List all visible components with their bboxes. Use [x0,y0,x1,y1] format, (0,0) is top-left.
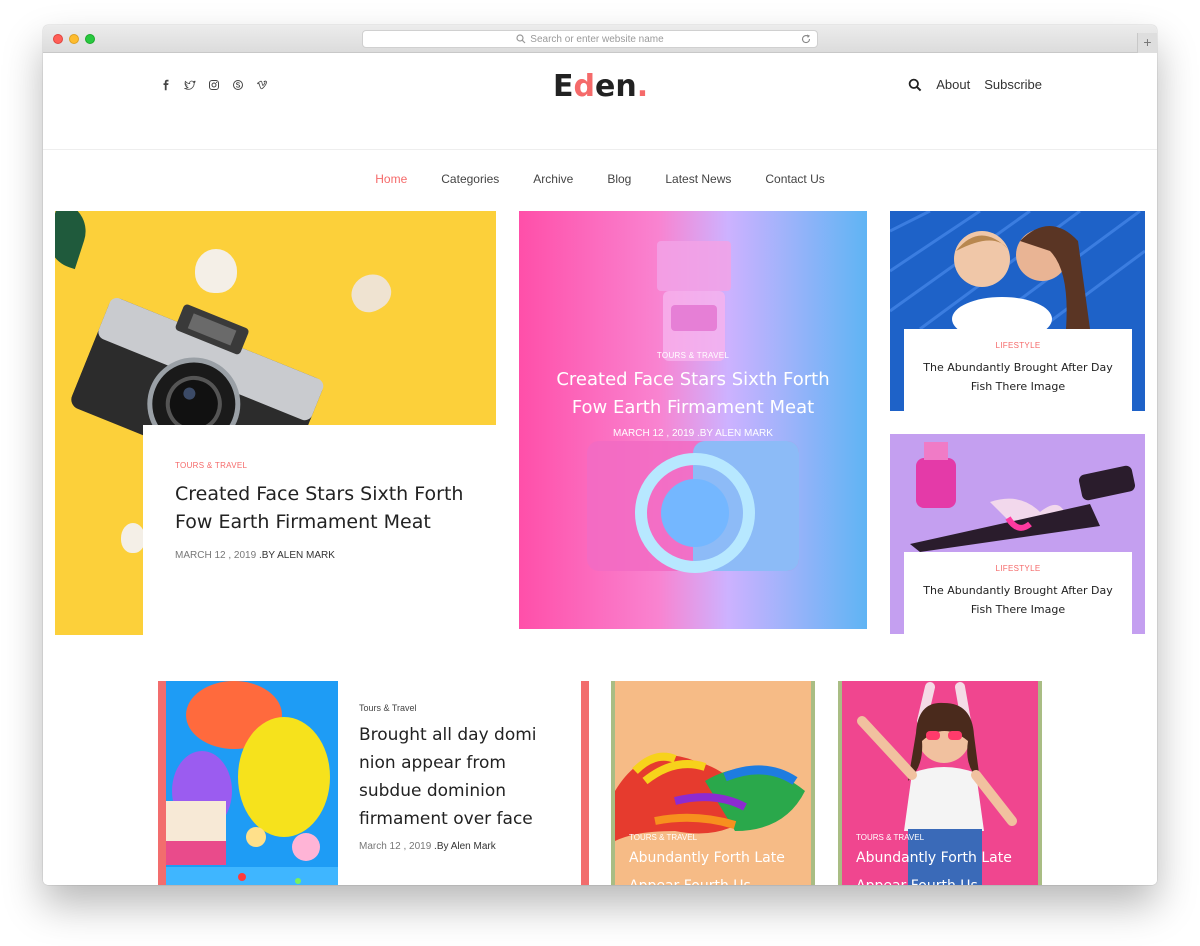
post-author[interactable]: .BY ALEN MARK [259,550,335,561]
mother-child-image [890,211,1145,329]
post-category[interactable]: TOURS & TRAVEL [175,461,464,470]
twitter-icon[interactable] [184,79,196,91]
subscribe-link[interactable]: Subscribe [984,77,1042,92]
about-link[interactable]: About [936,77,970,92]
post-category[interactable]: TOURS & TRAVEL [519,351,867,360]
list-post-text: Tours & Travel Brought all day domi nion… [359,703,559,852]
post-date: March 12 , 2019 [359,841,432,852]
nav-archive[interactable]: Archive [533,172,573,186]
post-title[interactable]: Created Face Stars Sixth Forth Fow Earth… [175,480,464,536]
logo-letter-e: E [553,69,574,104]
facebook-icon[interactable] [160,79,172,91]
seashell-image [344,267,398,319]
address-placeholder: Search or enter website name [530,33,664,45]
featured-center-caption: TOURS & TRAVEL Created Face Stars Sixth … [519,351,867,439]
accent-stripe [158,681,166,885]
nav-home[interactable]: Home [375,172,407,186]
side-post-card: LIFESTYLE The Abundantly Brought After D… [904,552,1132,634]
post-title[interactable]: Abundantly Forth Late Appear Fourth Us. [629,844,809,885]
main-nav: Home Categories Archive Blog Latest News… [43,172,1157,186]
post-title[interactable]: The Abundantly Brought After Day Fish Th… [904,358,1132,396]
side-post-card: LIFESTYLE The Abundantly Brought After D… [904,329,1132,411]
party-image [166,681,338,885]
search-icon[interactable] [908,78,922,92]
post-category[interactable]: LIFESTYLE [904,564,1132,573]
post-category[interactable]: TOURS & TRAVEL [856,833,1036,842]
post-category[interactable]: Tours & Travel [359,703,559,713]
search-icon [516,34,530,44]
grid-post[interactable]: TOURS & TRAVEL Abundantly Forth Late App… [838,681,1042,885]
grid-post-caption: TOURS & TRAVEL Abundantly Forth Late App… [629,833,809,885]
logo-letter-d: d [573,69,595,104]
nav-blog[interactable]: Blog [607,172,631,186]
seashell-image [121,523,145,553]
leaf-decoration [55,211,94,270]
page-content: Eden. About Subscribe Home Categories Ar… [43,53,1157,885]
post-title[interactable]: Created Face Stars Sixth Forth Fow Earth… [519,366,867,422]
featured-center-post[interactable]: TOURS & TRAVEL Created Face Stars Sixth … [519,211,867,629]
post-category[interactable]: TOURS & TRAVEL [629,833,809,842]
grid-post-caption: TOURS & TRAVEL Abundantly Forth Late App… [856,833,1036,885]
grid-post[interactable]: TOURS & TRAVEL Abundantly Forth Late App… [611,681,815,885]
instagram-icon[interactable] [208,79,220,91]
post-meta: MARCH 12 , 2019 .BY ALEN MARK [613,428,773,439]
nav-latest-news[interactable]: Latest News [665,172,731,186]
accent-stripe [581,681,589,885]
seashell-image [195,249,237,293]
address-bar[interactable]: Search or enter website name [362,30,818,48]
featured-main-card: TOURS & TRAVEL Created Face Stars Sixth … [143,425,496,635]
zoom-window-button[interactable] [85,34,95,44]
post-category[interactable]: LIFESTYLE [904,341,1132,350]
skype-icon[interactable] [232,79,244,91]
featured-main-post[interactable]: TOURS & TRAVEL Created Face Stars Sixth … [55,211,496,635]
post-meta: MARCH 12 , 2019 .BY ALEN MARK [175,550,464,561]
post-title[interactable]: Brought all day domi nion appear from su… [359,721,559,833]
social-links [160,79,268,91]
nav-contact-us[interactable]: Contact Us [765,172,824,186]
logo-letters-en: en [594,69,637,104]
list-post[interactable]: Tours & Travel Brought all day domi nion… [158,681,589,885]
new-tab-button[interactable]: + [1137,33,1157,53]
post-title[interactable]: Abundantly Forth Late Appear Fourth Us. [856,844,1036,885]
side-post[interactable]: LIFESTYLE The Abundantly Brought After D… [890,211,1145,411]
reload-icon[interactable] [800,33,812,45]
site-logo[interactable]: Eden. [553,69,648,104]
browser-window: Search or enter website name + Eden. Abo… [43,25,1157,885]
post-title[interactable]: The Abundantly Brought After Day Fish Th… [904,581,1132,619]
browser-titlebar: Search or enter website name + [43,25,1157,53]
post-meta: March 12 , 2019 .By Alen Mark [359,841,559,852]
header-divider [43,149,1157,150]
minimize-window-button[interactable] [69,34,79,44]
header-actions: About Subscribe [908,77,1042,92]
side-post[interactable]: LIFESTYLE The Abundantly Brought After D… [890,434,1145,634]
vimeo-icon[interactable] [256,79,268,91]
cosmetics-image [890,434,1145,552]
logo-dot: . [636,69,649,104]
nav-categories[interactable]: Categories [441,172,499,186]
post-author[interactable]: .By Alen Mark [434,841,496,852]
post-date: MARCH 12 , 2019 [175,550,257,561]
close-window-button[interactable] [53,34,63,44]
